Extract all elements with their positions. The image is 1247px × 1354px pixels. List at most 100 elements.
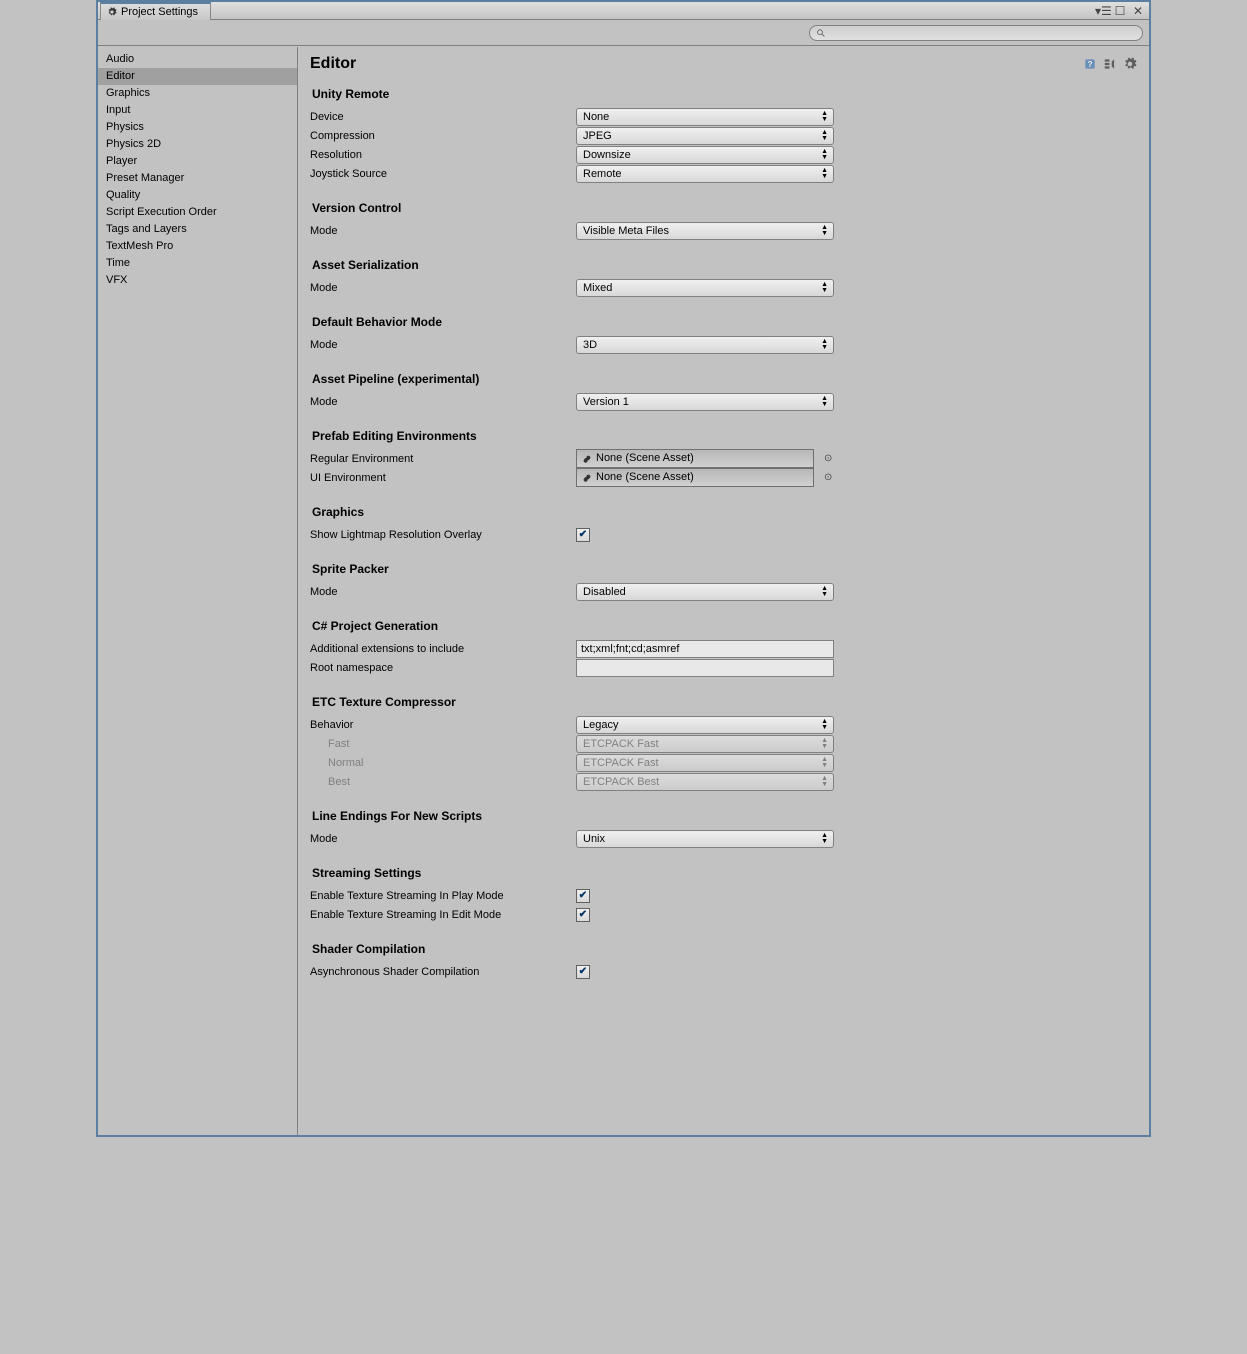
sections: Unity RemoteDeviceNone▲▼CompressionJPEG▲… bbox=[310, 87, 1137, 981]
settings-icon[interactable] bbox=[1123, 57, 1137, 71]
dropdown[interactable]: Disabled▲▼ bbox=[576, 583, 834, 601]
sidebar-item-physics-2d[interactable]: Physics 2D bbox=[98, 136, 297, 153]
sidebar-item-vfx[interactable]: VFX bbox=[98, 272, 297, 289]
dropdown: ETCPACK Fast▲▼ bbox=[576, 735, 834, 753]
checkbox[interactable] bbox=[576, 965, 590, 979]
section-title: Shader Compilation bbox=[310, 942, 1137, 956]
search-text[interactable] bbox=[830, 27, 1136, 39]
pane-menu-icon[interactable]: ▾☰ bbox=[1095, 4, 1109, 18]
section-version-control: Version Control ModeVisible Meta Files▲▼ bbox=[310, 201, 1137, 240]
dropdown: ETCPACK Best▲▼ bbox=[576, 773, 834, 791]
svg-text:?: ? bbox=[1088, 60, 1093, 69]
project-settings-window: Project Settings ▾☰ ☐ ✕ AudioEditorGraph… bbox=[96, 0, 1151, 1137]
dropdown[interactable]: JPEG▲▼ bbox=[576, 127, 834, 145]
checkbox[interactable] bbox=[576, 528, 590, 542]
window-tab-label: Project Settings bbox=[121, 6, 198, 18]
section-sprite-packer: Sprite PackerModeDisabled▲▼ bbox=[310, 562, 1137, 601]
object-picker-icon[interactable]: ⊙ bbox=[824, 472, 832, 483]
sidebar-item-tags-and-layers[interactable]: Tags and Layers bbox=[98, 221, 297, 238]
text-input[interactable] bbox=[576, 659, 834, 677]
checkbox[interactable] bbox=[576, 908, 590, 922]
section-title: Version Control bbox=[310, 201, 1137, 215]
property-label: Mode bbox=[310, 282, 576, 294]
window-tab[interactable]: Project Settings bbox=[100, 2, 211, 20]
dropdown[interactable]: Downsize▲▼ bbox=[576, 146, 834, 164]
property-row: CompressionJPEG▲▼ bbox=[310, 126, 1137, 145]
maximize-icon[interactable]: ☐ bbox=[1113, 4, 1127, 18]
section-title: Graphics bbox=[310, 505, 1137, 519]
property-label: Behavior bbox=[310, 719, 576, 731]
sidebar-item-time[interactable]: Time bbox=[98, 255, 297, 272]
sidebar-item-editor[interactable]: Editor bbox=[98, 68, 297, 85]
section-asset-serialization: Asset SerializationModeMixed▲▼ bbox=[310, 258, 1137, 297]
property-row: ModeDisabled▲▼ bbox=[310, 582, 1137, 601]
scene-asset-icon bbox=[583, 474, 591, 482]
presets-icon[interactable] bbox=[1103, 57, 1117, 71]
property-row: DeviceNone▲▼ bbox=[310, 107, 1137, 126]
property-label: Mode bbox=[310, 225, 576, 237]
sidebar: AudioEditorGraphicsInputPhysicsPhysics 2… bbox=[98, 47, 298, 1135]
sidebar-item-quality[interactable]: Quality bbox=[98, 187, 297, 204]
sidebar-item-input[interactable]: Input bbox=[98, 102, 297, 119]
sidebar-item-textmesh-pro[interactable]: TextMesh Pro bbox=[98, 238, 297, 255]
property-label: Resolution bbox=[310, 149, 576, 161]
section-default-behavior-mode: Default Behavior ModeMode3D▲▼ bbox=[310, 315, 1137, 354]
search-input[interactable] bbox=[809, 25, 1143, 41]
section-shader-compilation: Shader Compilation Asynchronous Shader Co… bbox=[310, 942, 1137, 981]
dropdown[interactable]: Unix▲▼ bbox=[576, 830, 834, 848]
property-row: ResolutionDownsize▲▼ bbox=[310, 145, 1137, 164]
sidebar-item-physics[interactable]: Physics bbox=[98, 119, 297, 136]
section-graphics: GraphicsShow Lightmap Resolution Overlay bbox=[310, 505, 1137, 544]
sidebar-item-graphics[interactable]: Graphics bbox=[98, 85, 297, 102]
property-row: Enable Texture Streaming In Edit Mode bbox=[310, 905, 1137, 924]
property-row: Root namespace bbox=[310, 658, 1137, 677]
search-icon bbox=[816, 28, 826, 38]
property-label: Enable Texture Streaming In Play Mode bbox=[310, 890, 576, 902]
checkbox[interactable] bbox=[576, 889, 590, 903]
property-label: Device bbox=[310, 111, 576, 123]
property-label: Compression bbox=[310, 130, 576, 142]
content: Editor ? Unity RemoteDeviceNone▲▼Compres… bbox=[298, 47, 1149, 1135]
property-label: Mode bbox=[310, 833, 576, 845]
dropdown[interactable]: None▲▼ bbox=[576, 108, 834, 126]
property-label: Mode bbox=[310, 339, 576, 351]
dropdown[interactable]: 3D▲▼ bbox=[576, 336, 834, 354]
property-row: ModeMixed▲▼ bbox=[310, 278, 1137, 297]
object-field[interactable]: None (Scene Asset) bbox=[576, 449, 814, 468]
property-row: BehaviorLegacy▲▼ bbox=[310, 715, 1137, 734]
property-row: Mode3D▲▼ bbox=[310, 335, 1137, 354]
section-unity-remote: Unity RemoteDeviceNone▲▼CompressionJPEG▲… bbox=[310, 87, 1137, 183]
help-icon[interactable]: ? bbox=[1083, 57, 1097, 71]
sidebar-item-audio[interactable]: Audio bbox=[98, 51, 297, 68]
property-row: Enable Texture Streaming In Play Mode bbox=[310, 886, 1137, 905]
dropdown[interactable]: Mixed▲▼ bbox=[576, 279, 834, 297]
sidebar-item-preset-manager[interactable]: Preset Manager bbox=[98, 170, 297, 187]
section-prefab-editing-environments: Prefab Editing EnvironmentsRegular Envir… bbox=[310, 429, 1137, 487]
dropdown[interactable]: Version 1▲▼ bbox=[576, 393, 834, 411]
object-picker-icon[interactable]: ⊙ bbox=[824, 453, 832, 464]
dropdown[interactable]: Visible Meta Files▲▼ bbox=[576, 222, 834, 240]
sidebar-item-script-execution-order[interactable]: Script Execution Order bbox=[98, 204, 297, 221]
main-area: AudioEditorGraphicsInputPhysicsPhysics 2… bbox=[98, 47, 1149, 1135]
property-label: Normal bbox=[310, 757, 576, 769]
property-row: Regular EnvironmentNone (Scene Asset)⊙ bbox=[310, 449, 1137, 468]
close-icon[interactable]: ✕ bbox=[1131, 4, 1145, 18]
dropdown[interactable]: Remote▲▼ bbox=[576, 165, 834, 183]
property-label: Additional extensions to include bbox=[310, 643, 576, 655]
dropdown: ETCPACK Fast▲▼ bbox=[576, 754, 834, 772]
text-input[interactable] bbox=[576, 640, 834, 658]
property-row: Joystick SourceRemote▲▼ bbox=[310, 164, 1137, 183]
section-title: Asset Pipeline (experimental) bbox=[310, 372, 1137, 386]
dropdown[interactable]: Legacy▲▼ bbox=[576, 716, 834, 734]
property-label: Mode bbox=[310, 396, 576, 408]
section-title: Prefab Editing Environments bbox=[310, 429, 1137, 443]
section-asset-pipeline-experimental-: Asset Pipeline (experimental) ModeVersion… bbox=[310, 372, 1137, 411]
sidebar-item-player[interactable]: Player bbox=[98, 153, 297, 170]
property-row: UI EnvironmentNone (Scene Asset)⊙ bbox=[310, 468, 1137, 487]
page-title: Editor bbox=[310, 55, 356, 73]
object-field[interactable]: None (Scene Asset) bbox=[576, 468, 814, 487]
property-row: Asynchronous Shader Compilation bbox=[310, 962, 1137, 981]
scene-asset-icon bbox=[583, 455, 591, 463]
property-row: BestETCPACK Best▲▼ bbox=[310, 772, 1137, 791]
section-title: Unity Remote bbox=[310, 87, 1137, 101]
